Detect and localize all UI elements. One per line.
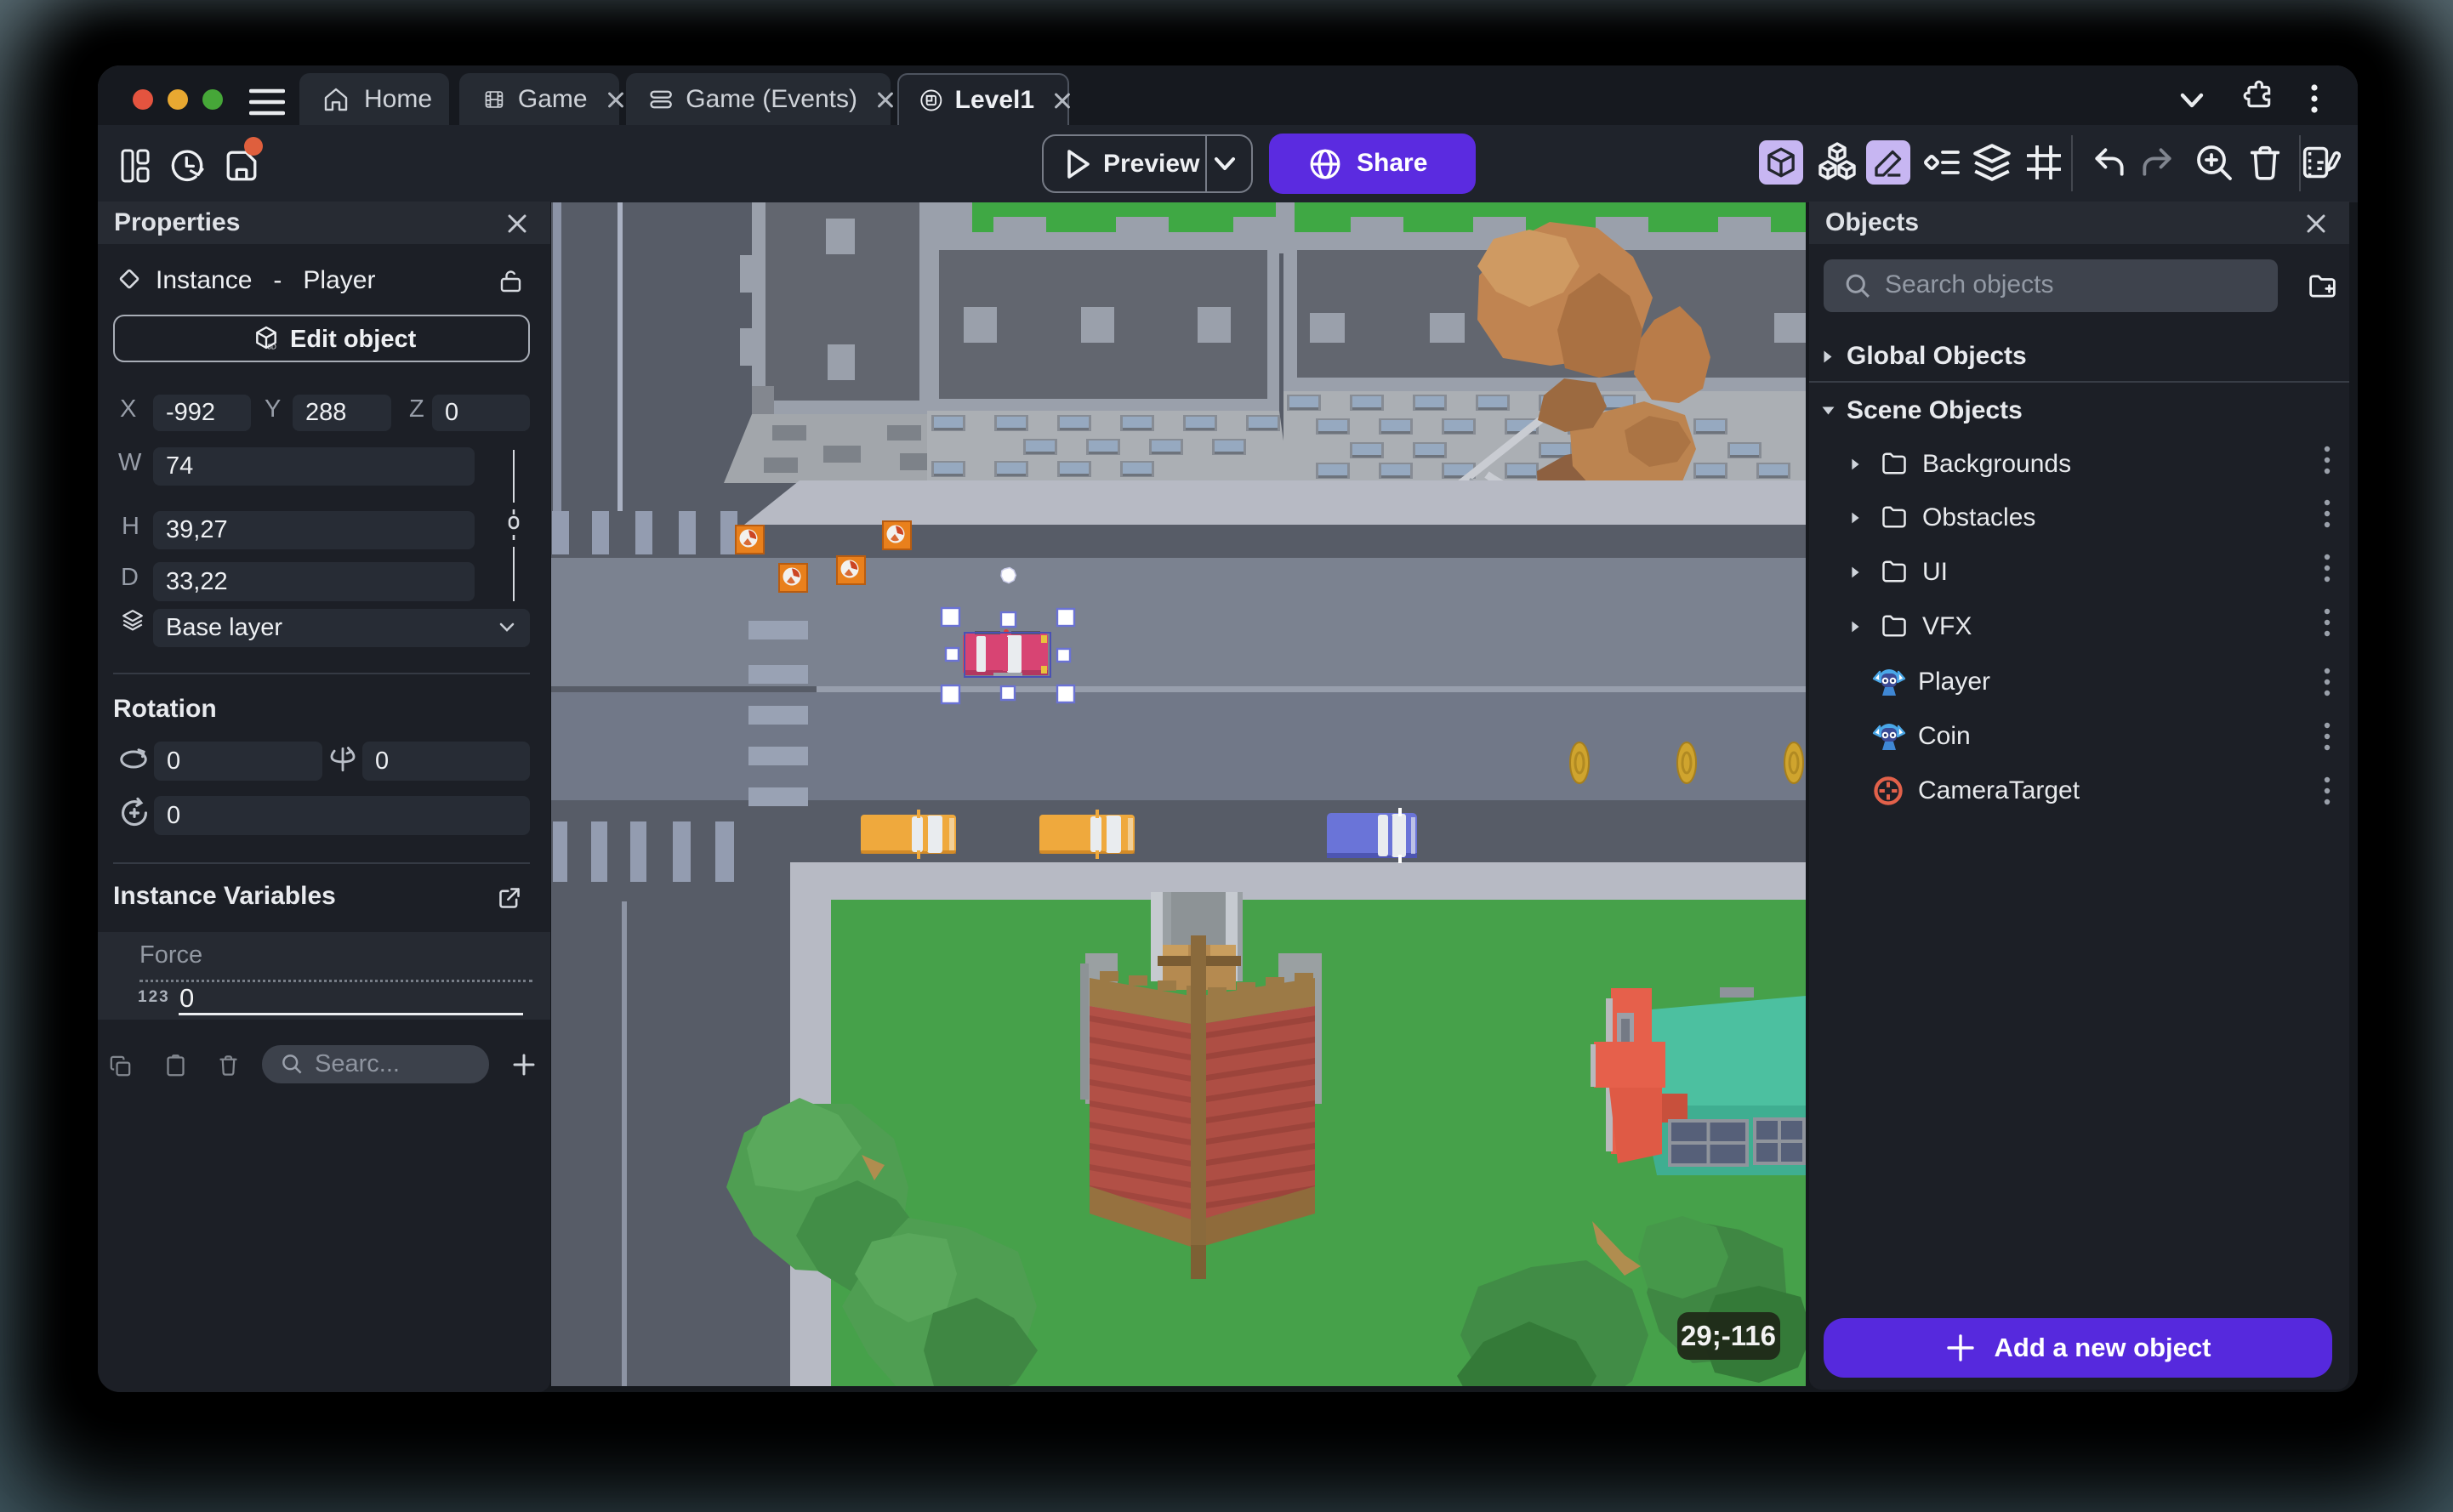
svg-text:3D: 3D (267, 343, 276, 350)
svg-text:29;-116: 29;-116 (1681, 1320, 1776, 1351)
